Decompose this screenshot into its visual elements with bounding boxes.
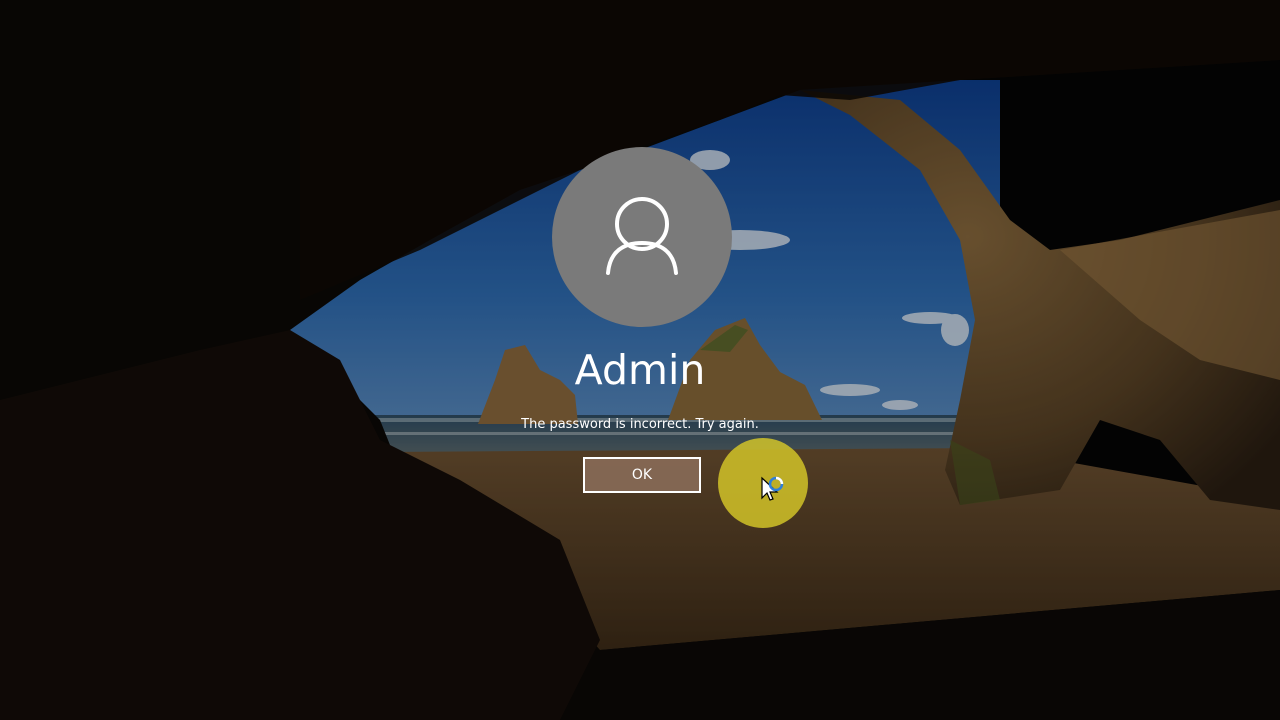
user-icon bbox=[606, 197, 678, 275]
ok-button[interactable]: OK bbox=[583, 457, 701, 493]
login-panel: Admin The password is incorrect. Try aga… bbox=[0, 0, 1280, 720]
username-label: Admin bbox=[574, 346, 706, 394]
error-message: The password is incorrect. Try again. bbox=[521, 417, 759, 432]
busy-pointer-icon bbox=[761, 476, 784, 501]
user-avatar bbox=[552, 147, 732, 327]
